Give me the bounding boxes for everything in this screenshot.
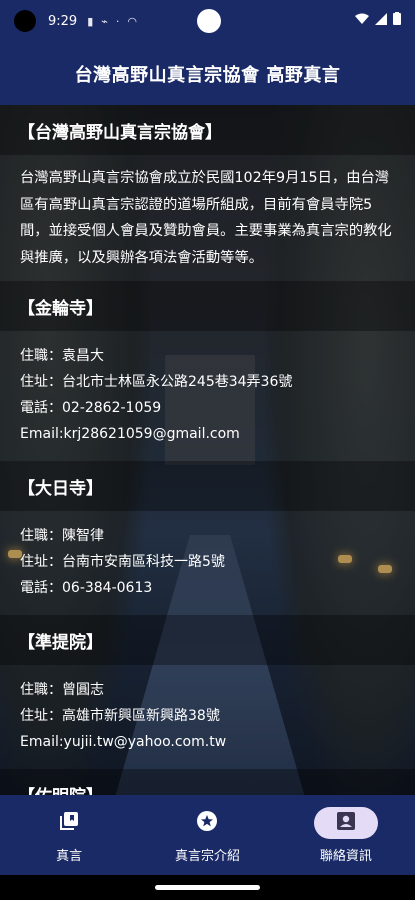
active-indicator [313, 806, 378, 839]
nav-item-contact[interactable]: 聯絡資訊 [277, 795, 415, 875]
nav-item-mantra[interactable]: 真言 [0, 795, 138, 875]
status-bar: 9:29 ▮ ⌁ · ◠ [0, 0, 415, 42]
gesture-area [0, 875, 415, 900]
temple-heading: 【準提院】 [0, 615, 415, 665]
nav-label: 聯絡資訊 [319, 848, 372, 864]
app-title: 台灣高野山真言宗協會 高野真言 [74, 64, 341, 86]
phone-line[interactable]: 電話：06-384-0613 [20, 575, 397, 601]
notification-icons: ▮ ⌁ · ◠ [87, 15, 137, 28]
nav-label: 真言 [56, 848, 83, 864]
dot-icon: · [115, 14, 120, 28]
wifi-icon [355, 13, 369, 28]
wifi-status-icon: ◠ [127, 14, 137, 28]
sim-icon: ▮ [87, 14, 94, 28]
notification-icon: ⌁ [101, 14, 108, 28]
abbot-line: 住職：陳智律 [20, 528, 104, 544]
abbot-line: 住職：袁昌大 [20, 348, 104, 364]
temple-details: 住職：袁昌大 住址：台北市士林區永公路245巷34弄36號 電話：02-2862… [0, 331, 415, 461]
system-status-icons [355, 12, 401, 28]
signal-icon [375, 12, 387, 28]
temple-heading: 【大日寺】 [0, 461, 415, 511]
status-time: 9:29 [48, 13, 78, 29]
email-line[interactable]: Email:krj28621059@gmail.com [20, 421, 397, 447]
person-icon [336, 811, 356, 835]
nav-label: 真言宗介紹 [174, 848, 240, 864]
star-circle-icon [196, 810, 218, 836]
home-indicator[interactable] [155, 885, 260, 890]
email-line[interactable]: Email:yujii.tw@yahoo.com.tw [20, 729, 397, 755]
app-bar: 台灣高野山真言宗協會 高野真言 [0, 42, 415, 105]
address-line: 住址：台南市安南區科技一路5號 [20, 554, 225, 570]
association-heading: 【台灣高野山真言宗協會】 [0, 105, 415, 155]
temple-details: 住職：陳智律 住址：台南市安南區科技一路5號 電話：06-384-0613 [0, 511, 415, 615]
camera-cutout [14, 10, 36, 32]
address-line: 住址：台北市士林區永公路245巷34弄36號 [20, 374, 293, 390]
temple-heading: 【佑明院】 [0, 769, 415, 795]
front-camera [197, 9, 221, 33]
book-stack-icon [59, 811, 79, 835]
phone-line[interactable]: 電話：02-2862-1059 [20, 395, 397, 421]
association-description: 台灣高野山真言宗協會成立於民國102年9月15日，由台灣區有高野山真言宗認證的道… [0, 155, 415, 281]
abbot-line: 住職：曾圓志 [20, 682, 104, 698]
nav-item-introduction[interactable]: 真言宗介紹 [138, 795, 276, 875]
phone-screen: 9:29 ▮ ⌁ · ◠ 台灣高野山真言宗協會 高野真言 【台灣高野山真言宗協會… [0, 0, 415, 900]
bottom-navigation: 真言 真言宗介紹 聯絡資訊 [0, 795, 415, 875]
battery-icon [393, 12, 401, 28]
address-line: 住址：高雄市新興區新興路38號 [20, 708, 220, 724]
contact-content[interactable]: 【台灣高野山真言宗協會】 台灣高野山真言宗協會成立於民國102年9月15日，由台… [0, 105, 415, 795]
temple-heading: 【金輪寺】 [0, 281, 415, 331]
temple-details: 住職：曾圓志 住址：高雄市新興區新興路38號 Email:yujii.tw@ya… [0, 665, 415, 769]
